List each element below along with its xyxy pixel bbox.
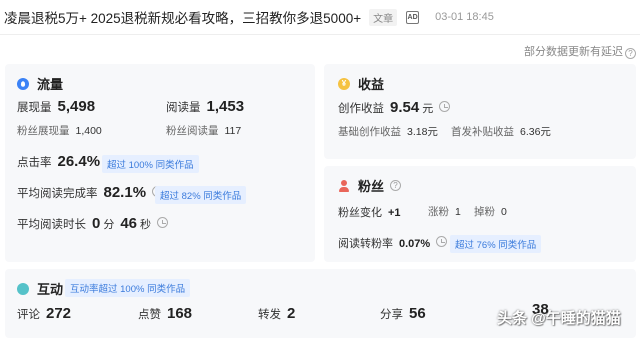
clock-icon[interactable] <box>439 101 451 112</box>
article-title[interactable]: 凌晨退税5万+ 2025退税新规必看攻略，三招教你多退5000+ <box>4 7 361 27</box>
fans-loss-value: 0 <box>501 206 507 218</box>
income-card-title: 收益 <box>358 77 385 92</box>
conversion-badge: 超过 76% 同类作品 <box>450 235 542 253</box>
creation-income-value: 9.54 <box>390 99 420 116</box>
conversion-metric: 阅读转粉率 0.07% <box>338 235 448 251</box>
fans-card-header: 粉丝 ? <box>338 176 402 195</box>
impressions-label: 展现量 <box>17 102 52 114</box>
interaction-badge: 互动率超过 100% 同类作品 <box>65 279 191 297</box>
comments-metric[interactable]: 评论 272 <box>17 305 71 322</box>
article-header: 凌晨退税5万+ 2025退税新规必看攻略，三招教你多退5000+ 文章 AD 0… <box>0 0 640 34</box>
conversion-label: 阅读转粉率 <box>338 238 393 250</box>
reposts-value: 2 <box>287 305 296 322</box>
subsidy-income-metric: 首发补贴收益 6.36元 <box>451 124 551 139</box>
comments-value: 272 <box>46 305 72 322</box>
watermark: 头条 @午睡的猫猫 <box>497 310 621 327</box>
header-divider <box>0 34 640 35</box>
duration-seconds: 46 <box>120 215 138 232</box>
impressions-value: 5,498 <box>57 98 96 115</box>
clock-icon[interactable] <box>157 217 169 228</box>
duration-minutes-unit: 分 <box>103 219 115 231</box>
creation-income-metric: 创作收益 9.54 元 <box>338 99 451 116</box>
basic-income-label: 基础创作收益 <box>338 126 401 138</box>
shares-label: 分享 <box>380 309 403 321</box>
income-card-header: 收益 <box>338 74 384 93</box>
fans-change-metric: 粉丝变化 +1 <box>338 204 401 220</box>
question-circle-icon[interactable]: ? <box>390 180 402 191</box>
likes-value: 168 <box>167 305 193 322</box>
chat-bubble-icon <box>17 282 29 295</box>
yen-coin-icon <box>338 77 350 90</box>
fans-change-value: +1 <box>388 207 401 219</box>
question-circle-icon[interactable]: ? <box>625 48 636 59</box>
likes-label: 点赞 <box>138 309 161 321</box>
completion-label: 平均阅读完成率 <box>17 188 98 200</box>
fan-impressions-label: 粉丝展现量 <box>17 125 70 137</box>
flow-card-title: 流量 <box>37 77 64 92</box>
data-delay-note-text: 部分数据更新有延迟 <box>524 46 623 58</box>
reads-value: 1,453 <box>206 98 245 115</box>
data-delay-note: 部分数据更新有延迟? <box>524 43 636 59</box>
completion-badge: 超过 82% 同类作品 <box>155 186 247 204</box>
creation-income-unit: 元 <box>422 103 434 115</box>
completion-value: 82.1% <box>103 184 147 201</box>
fans-gain-label: 涨粉 <box>428 206 449 218</box>
clock-icon[interactable] <box>436 236 448 247</box>
interaction-card-title: 互动 <box>37 282 64 297</box>
fans-loss-metric: 掉粉 0 <box>474 204 507 219</box>
impressions-metric: 展现量 5,498 <box>17 98 95 115</box>
creation-income-label: 创作收益 <box>338 103 384 115</box>
ctr-badge: 超过 100% 同类作品 <box>102 155 199 173</box>
fans-card-title: 粉丝 <box>358 179 385 194</box>
publish-date: 03-01 18:45 <box>435 11 494 23</box>
shares-value: 56 <box>409 305 426 322</box>
fans-card: 粉丝 ? 粉丝变化 +1 涨粉 1 掉粉 0 阅读转粉率 0.07% 超过 76… <box>324 166 636 262</box>
basic-income-value: 3.18元 <box>407 126 438 138</box>
reads-metric: 阅读量 1,453 <box>166 98 244 115</box>
fan-reads-metric: 粉丝阅读量 117 <box>166 123 241 138</box>
duration-seconds-unit: 秒 <box>140 219 152 231</box>
fan-reads-value: 117 <box>224 125 242 137</box>
fans-loss-label: 掉粉 <box>474 206 495 218</box>
conversion-value: 0.07% <box>399 238 431 250</box>
duration-minutes: 0 <box>92 215 101 232</box>
likes-metric[interactable]: 点赞 168 <box>138 305 192 322</box>
reposts-label: 转发 <box>258 309 281 321</box>
reposts-metric[interactable]: 转发 2 <box>258 305 295 322</box>
person-icon <box>338 179 350 192</box>
completion-metric: 平均阅读完成率 82.1% <box>17 184 164 201</box>
duration-label: 平均阅读时长 <box>17 219 86 231</box>
ad-icon: AD <box>406 10 420 24</box>
fan-reads-label: 粉丝阅读量 <box>166 125 219 137</box>
fans-gain-value: 1 <box>455 206 461 218</box>
droplet-icon <box>17 77 29 90</box>
article-type-tag: 文章 <box>369 8 398 26</box>
ctr-metric: 点击率 26.4% <box>17 153 100 170</box>
fans-change-label: 粉丝变化 <box>338 207 382 219</box>
ctr-value: 26.4% <box>57 153 101 170</box>
income-card: 收益 创作收益 9.54 元 基础创作收益 3.18元 首发补贴收益 6.36元 <box>324 64 636 159</box>
flow-card-header: 流量 <box>17 74 63 93</box>
basic-income-metric: 基础创作收益 3.18元 <box>338 124 438 139</box>
flow-card: 流量 展现量 5,498 阅读量 1,453 粉丝展现量 1,400 粉丝阅读量… <box>5 64 315 262</box>
fans-gain-metric: 涨粉 1 <box>428 204 461 219</box>
reads-label: 阅读量 <box>166 102 201 114</box>
interaction-card-header: 互动 <box>17 279 63 298</box>
ctr-label: 点击率 <box>17 157 52 169</box>
shares-metric[interactable]: 分享 56 <box>380 305 426 322</box>
subsidy-income-value: 6.36元 <box>520 126 551 138</box>
fan-impressions-metric: 粉丝展现量 1,400 <box>17 123 102 138</box>
subsidy-income-label: 首发补贴收益 <box>451 126 514 138</box>
duration-metric: 平均阅读时长 0 分 46 秒 <box>17 215 169 232</box>
fan-impressions-value: 1,400 <box>75 125 102 137</box>
comments-label: 评论 <box>17 309 40 321</box>
